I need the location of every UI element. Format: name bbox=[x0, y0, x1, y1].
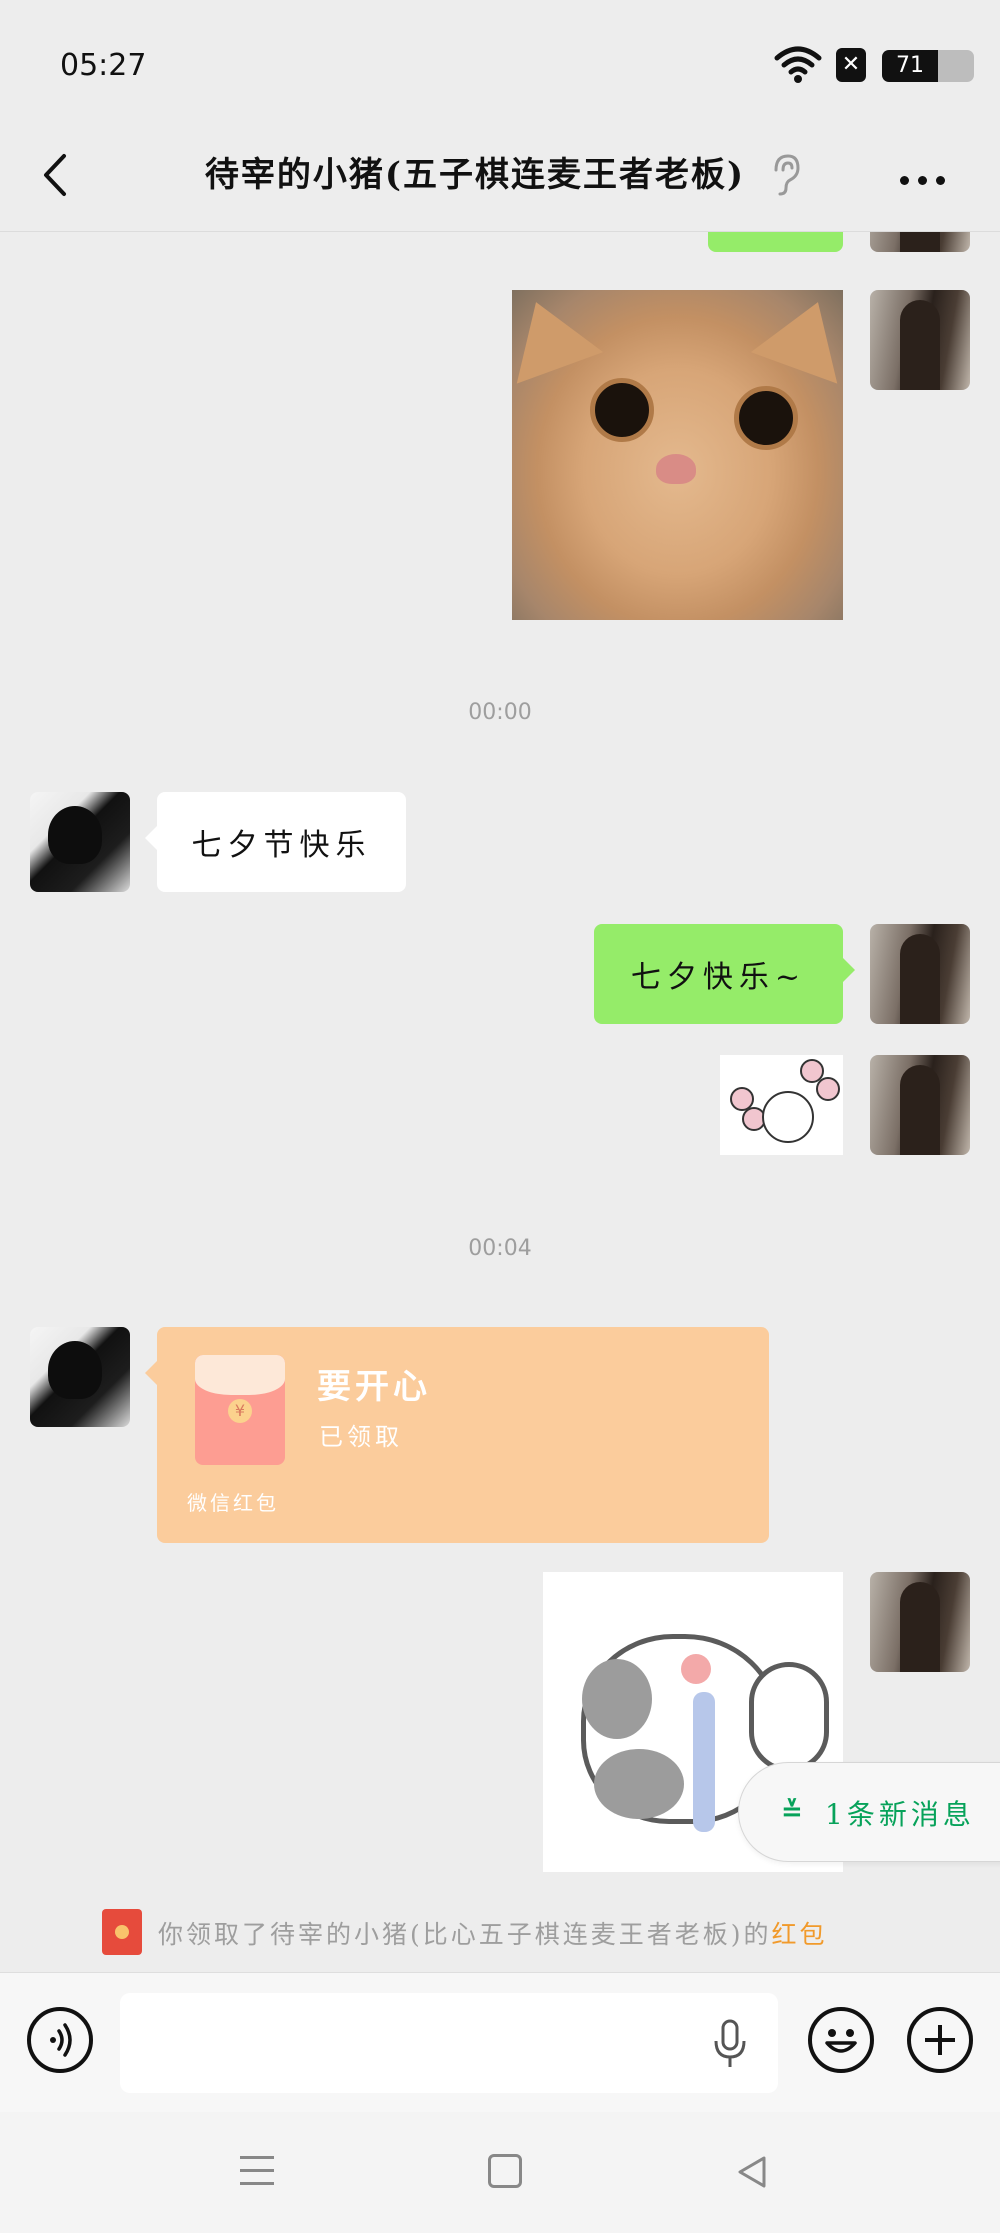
avatar-self[interactable] bbox=[870, 290, 970, 390]
battery-icon: 71 bbox=[882, 50, 982, 82]
message-input[interactable] bbox=[120, 1993, 778, 2093]
system-note-prefix: 你领取了待宰的小猪(比心五子棋连麦王者老板)的 bbox=[158, 1920, 772, 1949]
timestamp: 00:00 bbox=[468, 700, 532, 725]
battery-empty-segment bbox=[938, 50, 974, 82]
new-message-badge[interactable]: ≚ 1条新消息 bbox=[738, 1762, 1000, 1862]
message-bubble-received[interactable]: 七夕节快乐 bbox=[145, 792, 406, 892]
back-icon[interactable] bbox=[36, 150, 76, 200]
no-sim-icon: ✕ bbox=[836, 48, 866, 82]
message-text: 七夕快乐~ bbox=[630, 960, 807, 995]
red-packet-status: 已领取 bbox=[319, 1423, 403, 1451]
avatar-other[interactable] bbox=[30, 1327, 130, 1427]
red-packet-small-icon bbox=[102, 1909, 142, 1955]
red-packet-footer: 微信红包 bbox=[187, 1491, 279, 1515]
cat-photo-message[interactable] bbox=[512, 290, 843, 620]
recent-apps-icon[interactable] bbox=[240, 2156, 274, 2186]
avatar-self[interactable] bbox=[870, 1572, 970, 1672]
status-bar: 05:27 ✕ 71 bbox=[0, 0, 1000, 120]
voice-icon[interactable] bbox=[27, 2007, 93, 2073]
more-icon[interactable] bbox=[900, 170, 960, 185]
emoji-icon[interactable] bbox=[808, 2007, 874, 2073]
home-icon[interactable] bbox=[488, 2154, 522, 2188]
ear-icon[interactable] bbox=[770, 152, 802, 198]
chat-area[interactable]: 00:00 七夕节快乐 七夕快乐~ 00:04 ¥ 要开心 已领取 微信红包 ≚… bbox=[0, 232, 1000, 1972]
nav-back-icon[interactable] bbox=[732, 2152, 772, 2192]
system-note: 你领取了待宰的小猪(比心五子棋连麦王者老板)的红包 bbox=[0, 1907, 1000, 1957]
chat-title-wrap: 待宰的小猪(五子棋连麦王者老板) bbox=[190, 140, 760, 210]
status-time: 05:27 bbox=[60, 48, 147, 83]
double-chevron-down-icon: ≚ bbox=[781, 1797, 803, 1827]
system-note-text: 你领取了待宰的小猪(比心五子棋连麦王者老板)的红包 bbox=[158, 1915, 828, 1951]
avatar-self[interactable] bbox=[870, 924, 970, 1024]
red-packet-message[interactable]: ¥ 要开心 已领取 微信红包 bbox=[145, 1327, 769, 1543]
avatar-self[interactable] bbox=[870, 1055, 970, 1155]
mic-icon[interactable] bbox=[712, 2019, 748, 2069]
red-packet-link[interactable]: 红包 bbox=[772, 1920, 828, 1949]
battery-level: 71 bbox=[882, 50, 938, 82]
red-packet-title: 要开心 bbox=[317, 1367, 431, 1407]
message-bubble-sent[interactable]: 七夕快乐~ bbox=[594, 924, 855, 1024]
chat-title: 待宰的小猪(五子棋连麦王者老板) bbox=[204, 155, 746, 195]
wifi-icon bbox=[774, 46, 822, 83]
avatar-self[interactable] bbox=[870, 232, 970, 252]
red-packet-icon: ¥ bbox=[195, 1355, 285, 1465]
message-bubble-partial[interactable] bbox=[708, 232, 843, 252]
message-text: 七夕节快乐 bbox=[191, 828, 372, 863]
new-message-label: 1条新消息 bbox=[825, 1798, 975, 1831]
plus-icon[interactable] bbox=[907, 2007, 973, 2073]
timestamp: 00:04 bbox=[468, 1236, 532, 1261]
system-nav-bar bbox=[0, 2112, 1000, 2233]
input-bar bbox=[0, 1972, 1000, 2112]
flower-sticker-message[interactable] bbox=[720, 1055, 843, 1155]
chat-header: 待宰的小猪(五子棋连麦王者老板) bbox=[0, 120, 1000, 232]
avatar-other[interactable] bbox=[30, 792, 130, 892]
